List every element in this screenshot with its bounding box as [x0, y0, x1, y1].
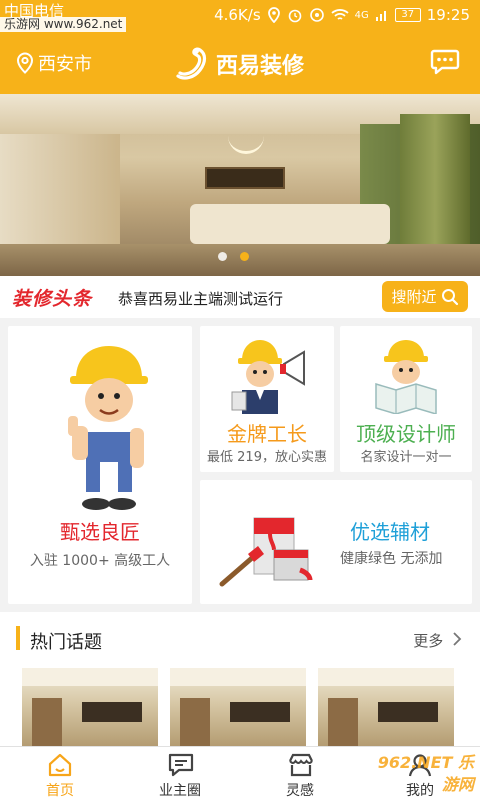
network-type: 4G: [354, 9, 369, 21]
news-bar[interactable]: 装修头条 恭喜西易业主端测试运行 搜附近: [0, 276, 480, 318]
status-bar: 中国电信 乐游网 www.962.net 4.6K/s 4G 37 19:25: [0, 0, 480, 32]
search-nearby-button[interactable]: 搜附近: [382, 281, 468, 312]
card-craftsman[interactable]: 甄选良匠 入驻 1000+ 高级工人: [8, 326, 192, 604]
banner-chandelier: [228, 132, 264, 154]
city-name: 西安市: [38, 54, 92, 75]
wifi-icon: [331, 9, 349, 20]
tab-inspiration-label: 灵感: [286, 783, 314, 799]
search-nearby-label: 搜附近: [391, 288, 437, 306]
designer-blueprint-icon: [375, 340, 437, 414]
tab-community-label: 业主圈: [159, 783, 201, 799]
carousel-dot-active[interactable]: [240, 252, 249, 261]
battery-icon: 37: [394, 8, 421, 22]
banner-painting: [205, 167, 285, 189]
card-foreman[interactable]: 金牌工长 最低 219，放心实惠: [200, 326, 334, 472]
news-tag: 装修头条: [12, 288, 93, 310]
card-designer-subtitle: 名家设计一对一: [360, 450, 452, 465]
location-status-icon: [267, 7, 280, 23]
more-link[interactable]: 更多: [413, 630, 462, 651]
topic-thumbnail[interactable]: [22, 668, 158, 746]
topic-thumbnail[interactable]: [318, 668, 454, 746]
location-pin-icon: [16, 52, 34, 74]
card-materials-subtitle: 健康绿色 无添加: [340, 551, 443, 567]
topic-thumbnail[interactable]: [170, 668, 306, 746]
card-craftsman-subtitle: 入驻 1000+ 高级工人: [29, 553, 171, 569]
banner-floor: [0, 244, 480, 276]
bottom-watermark: 962.NET 乐游网: [377, 753, 474, 794]
banner-sofa: [190, 204, 390, 244]
brand-name: 西易装修: [216, 54, 305, 79]
banner-wall: [0, 134, 120, 244]
signal-icon: [375, 11, 386, 21]
chat-icon: [168, 753, 194, 777]
network-speed: 4.6K/s: [214, 6, 261, 24]
brand-logo: 西易装修: [172, 46, 304, 82]
card-craftsman-title: 甄选良匠: [60, 520, 140, 544]
card-designer-title: 顶级设计师: [356, 422, 456, 446]
store-icon: [289, 753, 313, 777]
carousel-dot[interactable]: [218, 252, 227, 261]
tab-community[interactable]: 业主圈: [120, 747, 240, 800]
card-foreman-title: 金牌工长: [227, 422, 307, 446]
tab-inspiration[interactable]: 灵感: [240, 747, 360, 800]
city-selector[interactable]: 西安市: [16, 50, 92, 76]
hot-topics-title: 热门话题: [30, 632, 102, 653]
chevron-right-icon: [453, 632, 462, 646]
banner-carousel[interactable]: [0, 94, 480, 276]
alarm-icon: [288, 9, 301, 23]
more-label: 更多: [413, 632, 444, 650]
tab-home-label: 首页: [46, 783, 74, 799]
banner-curtain: [400, 114, 470, 264]
tab-home[interactable]: 首页: [0, 747, 120, 800]
vibrate-icon: [309, 8, 324, 22]
message-button[interactable]: [430, 48, 460, 80]
paint-bucket-icon: [219, 517, 313, 587]
home-icon: [48, 753, 72, 777]
search-icon: [441, 288, 458, 305]
gecko-logo-icon: [176, 47, 207, 80]
foreman-megaphone-icon: [231, 340, 305, 414]
card-materials-title: 优选辅材: [350, 520, 430, 544]
hot-topics-section: 热门话题 更多: [0, 612, 480, 746]
section-accent-bar: [16, 626, 20, 650]
news-headline[interactable]: 恭喜西易业主端测试运行: [118, 288, 283, 309]
clock: 19:25: [426, 6, 470, 24]
app-screen: 中国电信 乐游网 www.962.net 4.6K/s 4G 37 19:25 …: [0, 0, 480, 800]
worker-thumbs-up-icon: [68, 346, 148, 510]
site-watermark: 乐游网 www.962.net: [0, 17, 127, 32]
card-foreman-subtitle: 最低 219，放心实惠: [207, 450, 327, 465]
chat-bubble-icon: [430, 49, 460, 75]
card-materials[interactable]: 优选辅材 健康绿色 无添加: [200, 480, 472, 604]
card-designer[interactable]: 顶级设计师 名家设计一对一: [340, 326, 472, 472]
app-header: 西安市 西易装修: [0, 32, 480, 94]
